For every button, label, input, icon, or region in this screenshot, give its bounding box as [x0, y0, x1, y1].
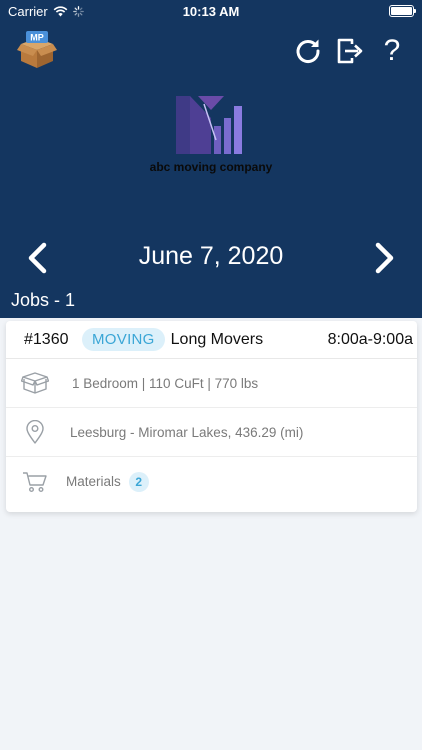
company-logo-icon [176, 96, 242, 154]
jobs-count: 1 [65, 290, 76, 310]
logout-button[interactable] [336, 36, 364, 66]
box-icon [20, 370, 50, 396]
jobs-count-title: Jobs - 1 [11, 290, 75, 311]
refresh-button[interactable] [294, 36, 322, 66]
current-date: June 7, 2020 [138, 242, 284, 270]
job-type-badge: MOVING [82, 328, 165, 351]
job-id: #1360 [24, 330, 69, 348]
header-actions: ? [294, 36, 406, 66]
logout-icon [337, 38, 363, 64]
job-card-header: #1360 MOVING Long Movers 8:00a-9:00a [6, 321, 417, 359]
refresh-icon [296, 39, 320, 63]
help-icon: ? [383, 34, 401, 67]
app-logo-box-icon[interactable]: MP [17, 30, 57, 70]
job-materials-row[interactable]: Materials 2 [6, 457, 417, 506]
job-time-window: 8:00a-9:00a [327, 330, 413, 348]
job-route: Leesburg - Miromar Lakes, 436.29 (mi) [70, 424, 304, 440]
help-button[interactable]: ? [378, 36, 406, 66]
cart-icon [20, 469, 50, 495]
materials-label: Materials [66, 474, 121, 489]
status-time: 10:13 AM [182, 4, 240, 19]
battery-icon [389, 5, 416, 17]
job-size-row: 1 Bedroom | 110 CuFt | 770 lbs [6, 359, 417, 408]
date-navigation: June 7, 2020 [0, 234, 422, 280]
app-logo-text: MP [30, 33, 44, 43]
job-route-row: Leesburg - Miromar Lakes, 436.29 (mi) [6, 408, 417, 457]
materials-count-badge: 2 [128, 471, 149, 492]
chevron-right-icon[interactable] [370, 242, 400, 274]
status-bar: Carrier 10:13 AM [0, 0, 422, 24]
company-name: abc moving company [149, 160, 273, 174]
job-card[interactable]: #1360 MOVING Long Movers 8:00a-9:00a 1 B… [6, 321, 417, 512]
company-brand: abc moving company [0, 96, 422, 174]
job-customer: Long Movers [170, 330, 264, 348]
jobs-label: Jobs - [11, 290, 66, 310]
location-pin-icon [20, 419, 50, 445]
header: Carrier 10:13 AM MP ? abc moving company… [0, 0, 422, 318]
job-size-details: 1 Bedroom | 110 CuFt | 770 lbs [72, 375, 259, 391]
